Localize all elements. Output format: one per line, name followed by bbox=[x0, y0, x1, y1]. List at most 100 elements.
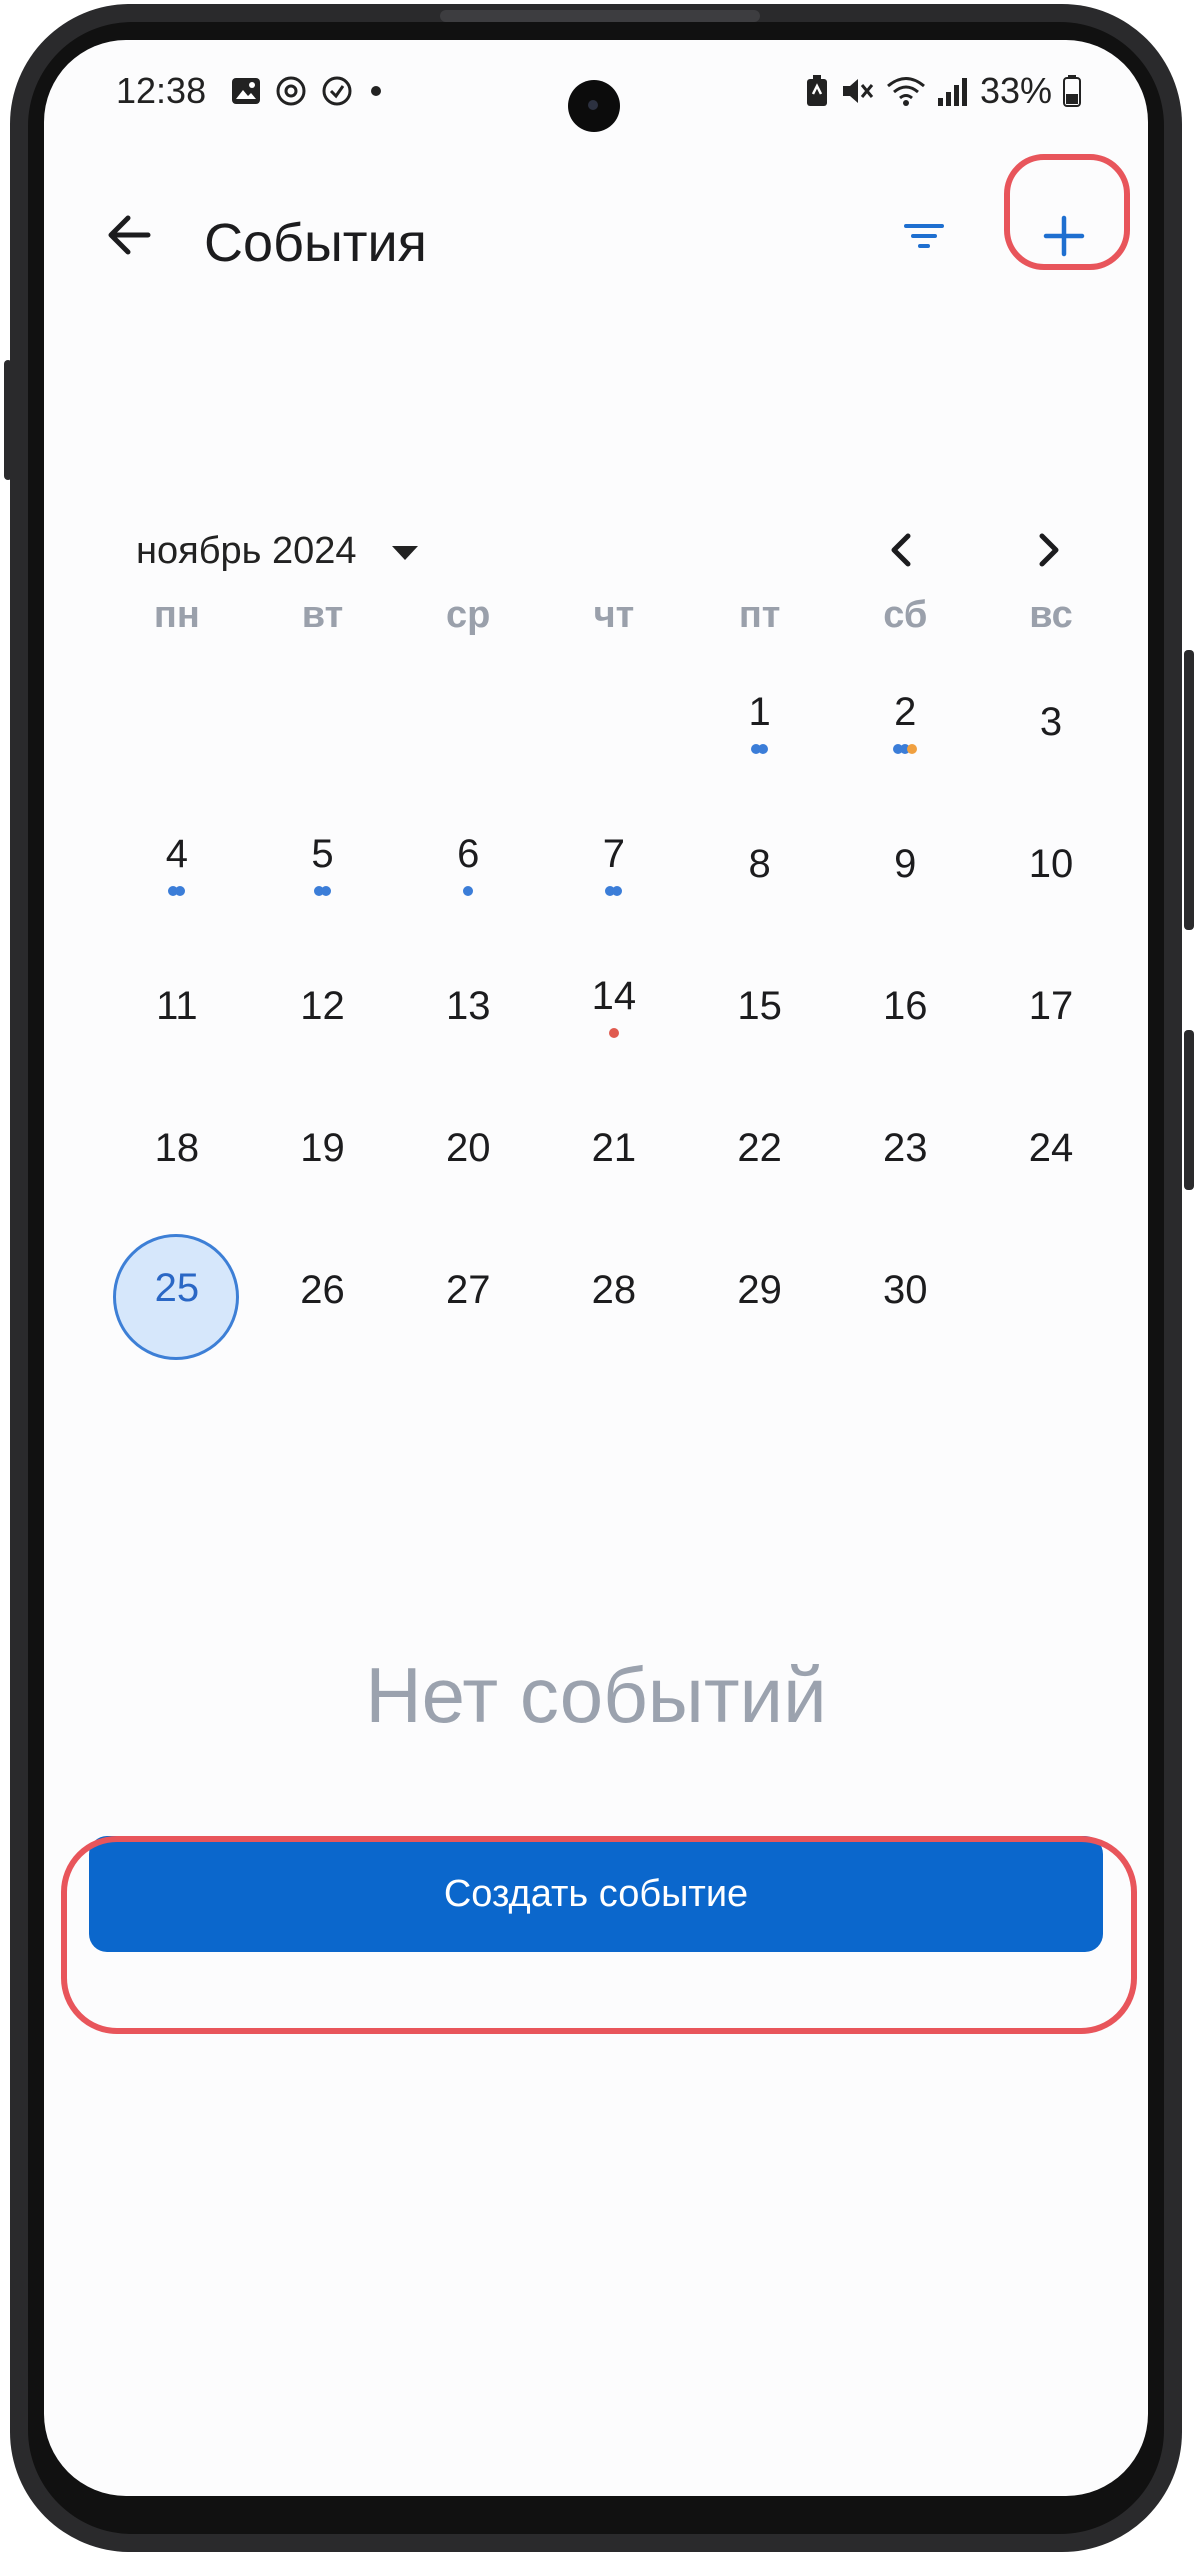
calendar-day-number: 16 bbox=[883, 984, 928, 1028]
weekday-label: пн bbox=[153, 594, 200, 636]
weekday-label: сб bbox=[883, 594, 928, 636]
calendar-day-number: 5 bbox=[311, 832, 334, 876]
calendar-day-empty bbox=[541, 660, 687, 802]
calendar-day-number: 18 bbox=[154, 1126, 200, 1170]
calendar-day-number: 13 bbox=[445, 984, 491, 1028]
calendar-day[interactable]: 21 bbox=[541, 1086, 687, 1228]
event-dots bbox=[104, 886, 250, 896]
battery-percentage: 33% bbox=[979, 70, 1052, 111]
calendar-day-number: 15 bbox=[737, 984, 782, 1028]
calendar-week-row: 11 12 13 14 15 16 17 bbox=[104, 944, 1124, 1086]
calendar-day[interactable]: 3 bbox=[978, 660, 1124, 802]
calendar-grid: 1 2 3 4 5 6 7 8 9 10 11 12 13 14 15 16 17 18 19 20 21 22 23 24 2… bbox=[104, 660, 1124, 1370]
calendar-day[interactable]: 15 bbox=[687, 944, 833, 1086]
calendar-day-number: 12 bbox=[300, 984, 345, 1028]
calendar-week-row: 25 26 27 28 29 30 bbox=[104, 1228, 1124, 1370]
calendar-day[interactable]: 17 bbox=[978, 944, 1124, 1086]
calendar-day[interactable]: 14 bbox=[541, 944, 687, 1086]
calendar-day-number: 2 bbox=[894, 690, 917, 734]
screen: 12:38 33% События ноябрь 2024 пн вт ср ч… bbox=[44, 40, 1148, 2496]
calendar-day-number: 26 bbox=[300, 1268, 345, 1312]
highlight-add-button bbox=[1004, 154, 1130, 270]
calendar-day-number: 19 bbox=[300, 1126, 345, 1170]
chevron-left-icon bbox=[891, 533, 911, 567]
signal-icon bbox=[937, 78, 967, 106]
highlight-create-button bbox=[61, 1836, 1137, 2034]
calendar-day[interactable]: 30 bbox=[832, 1228, 978, 1370]
back-button[interactable] bbox=[94, 200, 164, 270]
weekday-label: вт bbox=[301, 594, 344, 636]
empty-state-text: Нет событий bbox=[365, 1651, 827, 1739]
calendar-day-number: 7 bbox=[602, 832, 626, 876]
next-month-button[interactable] bbox=[1020, 522, 1076, 578]
calendar-day[interactable]: 4 bbox=[104, 802, 250, 944]
wifi-icon bbox=[886, 77, 925, 106]
gallery-icon bbox=[232, 78, 260, 104]
calendar-day-number: 14 bbox=[591, 974, 637, 1018]
calendar-day[interactable]: 23 bbox=[832, 1086, 978, 1228]
calendar-day[interactable]: 29 bbox=[687, 1228, 833, 1370]
event-dot bbox=[321, 886, 332, 896]
calendar-day[interactable]: 7 bbox=[541, 802, 687, 944]
month-label[interactable]: ноябрь 2024 bbox=[136, 530, 357, 573]
calendar-day[interactable]: 11 bbox=[104, 944, 250, 1086]
calendar-day-number: 11 bbox=[156, 984, 198, 1028]
calendar-day[interactable]: 27 bbox=[395, 1228, 541, 1370]
prev-month-button[interactable] bbox=[874, 522, 930, 578]
calendar-day-number: 9 bbox=[894, 842, 917, 886]
calendar-day[interactable]: 24 bbox=[978, 1086, 1124, 1228]
weekday-label: пт bbox=[738, 594, 781, 636]
battery-saver-icon bbox=[806, 75, 827, 106]
weekday-label: ср bbox=[446, 594, 491, 636]
arrow-left-icon bbox=[108, 215, 151, 255]
filter-button[interactable] bbox=[900, 212, 948, 260]
event-dots bbox=[395, 886, 541, 896]
status-right-icons: 33% bbox=[804, 70, 1082, 112]
calendar-day[interactable]: 20 bbox=[395, 1086, 541, 1228]
calendar-day-number: 4 bbox=[165, 832, 188, 876]
calendar-day-number: 23 bbox=[883, 1126, 928, 1170]
event-dot bbox=[175, 886, 186, 896]
calendar-day[interactable]: 2 bbox=[832, 660, 978, 802]
filter-icon bbox=[904, 224, 944, 248]
caret-down-icon[interactable] bbox=[390, 544, 420, 562]
calendar-day-number: 20 bbox=[445, 1126, 491, 1170]
calendar-day[interactable]: 8 bbox=[687, 802, 833, 944]
calendar-day[interactable]: 16 bbox=[832, 944, 978, 1086]
power-button bbox=[1184, 1030, 1194, 1190]
calendar-day-number: 8 bbox=[748, 842, 771, 886]
calendar-day[interactable]: 6 bbox=[395, 802, 541, 944]
calendar-day[interactable]: 28 bbox=[541, 1228, 687, 1370]
calendar-day-number: 17 bbox=[1028, 984, 1074, 1028]
mute-icon bbox=[842, 79, 874, 103]
calendar-day[interactable]: 26 bbox=[250, 1228, 396, 1370]
calendar-day[interactable]: 1 bbox=[687, 660, 833, 802]
calendar-day[interactable]: 19 bbox=[250, 1086, 396, 1228]
calendar-day-empty bbox=[104, 660, 250, 802]
calendar-day-number: 27 bbox=[445, 1268, 491, 1312]
calendar-day[interactable]: 5 bbox=[250, 802, 396, 944]
phone-top-slot bbox=[440, 10, 760, 22]
calendar-day[interactable]: 22 bbox=[687, 1086, 833, 1228]
status-bar: 12:38 33% bbox=[44, 40, 1148, 150]
event-dot bbox=[608, 1028, 619, 1038]
calendar-day[interactable]: 12 bbox=[250, 944, 396, 1086]
calendar-day[interactable]: 18 bbox=[104, 1086, 250, 1228]
calendar-day-number: 21 bbox=[591, 1126, 637, 1170]
page-title: События bbox=[204, 213, 427, 273]
side-button-left bbox=[4, 360, 12, 480]
calendar-day[interactable]: 13 bbox=[395, 944, 541, 1086]
calendar-day[interactable]: 10 bbox=[978, 802, 1124, 944]
calendar-day[interactable]: 25 bbox=[104, 1228, 250, 1370]
event-dot bbox=[907, 744, 918, 754]
weekday-label: чт bbox=[593, 594, 635, 636]
event-dots bbox=[250, 886, 396, 896]
calendar-day-number: 25 bbox=[154, 1266, 200, 1310]
event-dots bbox=[832, 744, 978, 754]
event-dots bbox=[541, 1028, 687, 1038]
calendar-day[interactable]: 9 bbox=[832, 802, 978, 944]
sync-icon bbox=[276, 76, 306, 106]
calendar-day-empty bbox=[250, 660, 396, 802]
calendar-day-number: 10 bbox=[1028, 842, 1074, 886]
calendar-day-number: 1 bbox=[748, 690, 771, 734]
